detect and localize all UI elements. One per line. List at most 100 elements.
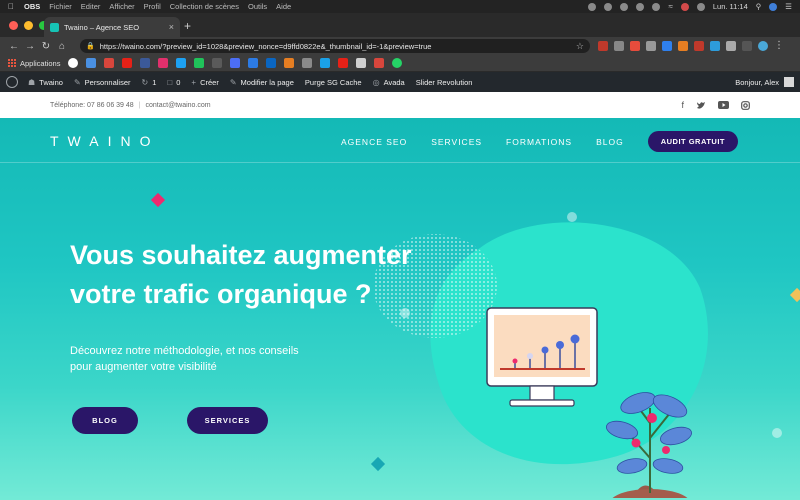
clock[interactable]: Lun. 11:14 <box>713 2 748 11</box>
facebook-icon[interactable] <box>140 58 151 68</box>
flag-icon[interactable] <box>680 2 689 11</box>
extension-icon[interactable] <box>662 41 672 51</box>
menu-profil[interactable]: Profil <box>144 2 161 11</box>
whatsapp-icon[interactable] <box>392 58 403 68</box>
extension-icon[interactable] <box>678 41 688 51</box>
wifi-icon[interactable]: ≈ <box>668 2 672 11</box>
email-link[interactable]: contact@twaino.com <box>146 102 211 109</box>
comment-icon: □ <box>167 77 173 87</box>
google-icon[interactable] <box>68 58 79 68</box>
bookmark-icon[interactable] <box>86 58 97 68</box>
wp-comments-count: 0 <box>176 77 181 87</box>
nav-agence-seo[interactable]: AGENCE SEO <box>341 137 407 147</box>
audit-gratuit-button[interactable]: AUDIT GRATUIT <box>647 131 738 152</box>
siri-icon[interactable] <box>769 2 778 11</box>
bookmark-icon[interactable] <box>320 58 331 68</box>
extension-icon[interactable] <box>726 41 736 51</box>
close-window-icon[interactable] <box>9 21 18 30</box>
social-links: f <box>681 100 750 110</box>
site-logo[interactable]: TWAINO <box>50 133 159 149</box>
nav-formations[interactable]: FORMATIONS <box>506 137 572 147</box>
new-tab-icon[interactable]: + <box>184 19 191 33</box>
menu-list-icon[interactable]: ☰ <box>785 2 792 11</box>
instagram-icon[interactable] <box>741 100 750 110</box>
decorative-diamond <box>150 192 166 208</box>
home-icon[interactable]: ⌂ <box>54 41 70 52</box>
bookmark-icon[interactable] <box>284 58 295 68</box>
address-bar[interactable]: 🔒 https://twaino.com/?preview_id=1028&pr… <box>80 39 590 53</box>
menu-collection-scenes[interactable]: Collection de scènes <box>170 2 239 11</box>
browser-tab-active[interactable]: Twaino – Agence SEO × <box>44 17 180 37</box>
bookmark-apps[interactable]: Applications <box>8 59 60 68</box>
menu-editer[interactable]: Editer <box>81 2 101 11</box>
phone-number[interactable]: Téléphone: 07 86 06 39 48 <box>50 102 134 109</box>
status-icon[interactable] <box>588 2 597 11</box>
lock-icon[interactable]: 🔒 <box>86 42 95 50</box>
bookmark-icon[interactable] <box>374 58 385 68</box>
reload-icon[interactable]: ↻ <box>38 41 54 52</box>
wp-new-content[interactable]: + Créer <box>191 78 218 87</box>
wp-customize[interactable]: ✎ Personnaliser <box>74 78 131 87</box>
wp-edit-page[interactable]: ✎ Modifier la page <box>230 78 294 87</box>
bookmark-icon[interactable] <box>248 58 259 68</box>
wp-comments[interactable]: □ 0 <box>167 78 180 87</box>
forward-icon[interactable]: → <box>22 41 38 52</box>
search-icon[interactable]: ⚲ <box>756 2 762 11</box>
youtube-icon[interactable] <box>718 101 729 109</box>
minimize-window-icon[interactable] <box>24 21 33 30</box>
nav-blog[interactable]: BLOG <box>596 137 624 147</box>
services-button[interactable]: SERVICES <box>187 407 268 434</box>
battery-icon[interactable] <box>696 2 705 11</box>
extension-icon[interactable] <box>710 41 720 51</box>
extension-icon[interactable] <box>630 41 640 51</box>
bookmark-icon[interactable] <box>338 58 349 68</box>
bookmark-icon[interactable] <box>230 58 241 68</box>
menubar-app-name[interactable]: OBS <box>24 2 40 11</box>
linkedin-icon[interactable] <box>266 58 277 68</box>
wp-account[interactable]: Bonjour, Alex <box>735 77 794 87</box>
facebook-icon[interactable]: f <box>681 100 684 110</box>
bookmark-icon[interactable] <box>212 58 223 68</box>
apps-label: Applications <box>20 58 61 68</box>
decorative-dot <box>772 428 782 438</box>
nav-services[interactable]: SERVICES <box>431 137 482 147</box>
bookmark-icon[interactable] <box>356 58 367 68</box>
extension-icon[interactable] <box>646 41 656 51</box>
twitter-icon[interactable] <box>696 101 706 110</box>
wp-updates[interactable]: ↻ 1 <box>142 78 157 87</box>
twitter-icon[interactable] <box>176 58 187 68</box>
wp-site-name[interactable]: ☗ Twaino <box>28 78 63 87</box>
menu-aide[interactable]: Aide <box>276 2 291 11</box>
instagram-icon[interactable] <box>158 58 169 68</box>
menu-fichier[interactable]: Fichier <box>49 2 72 11</box>
wp-purge-cache[interactable]: Purge SG Cache <box>305 78 362 87</box>
status-icon[interactable] <box>652 2 661 11</box>
extension-icon[interactable] <box>614 41 624 51</box>
main-nav: AGENCE SEO SERVICES FORMATIONS BLOG AUDI… <box>341 131 738 152</box>
menu-afficher[interactable]: Afficher <box>109 2 134 11</box>
wordpress-logo-icon[interactable] <box>6 76 18 88</box>
back-icon[interactable]: ← <box>6 41 22 52</box>
wp-slider-revolution[interactable]: Slider Revolution <box>416 78 473 87</box>
bookmark-icon[interactable] <box>194 58 205 68</box>
close-tab-icon[interactable]: × <box>169 22 174 32</box>
menu-outils[interactable]: Outils <box>248 2 267 11</box>
status-icon[interactable] <box>604 2 613 11</box>
youtube-icon[interactable] <box>122 58 133 68</box>
status-icon[interactable] <box>620 2 629 11</box>
extension-icon[interactable] <box>694 41 704 51</box>
more-menu-icon[interactable]: ⋮ <box>774 41 784 51</box>
wp-site-name-label: Twaino <box>39 77 63 87</box>
bookmark-icon[interactable] <box>104 58 115 68</box>
status-icon[interactable] <box>636 2 645 11</box>
hero-title-line: Vous souhaitez augmenter <box>70 240 412 270</box>
extension-icon[interactable] <box>598 41 608 51</box>
bookmark-star-icon[interactable]: ☆ <box>576 41 584 52</box>
apple-icon[interactable]:  <box>8 2 14 11</box>
profile-avatar-icon[interactable] <box>758 41 768 51</box>
wp-avada[interactable]: ◎ Avada <box>373 78 405 87</box>
bookmark-icon[interactable] <box>302 58 313 68</box>
pencil-icon: ✎ <box>229 77 237 87</box>
blog-button[interactable]: BLOG <box>72 407 138 434</box>
extension-icon[interactable] <box>742 41 752 51</box>
